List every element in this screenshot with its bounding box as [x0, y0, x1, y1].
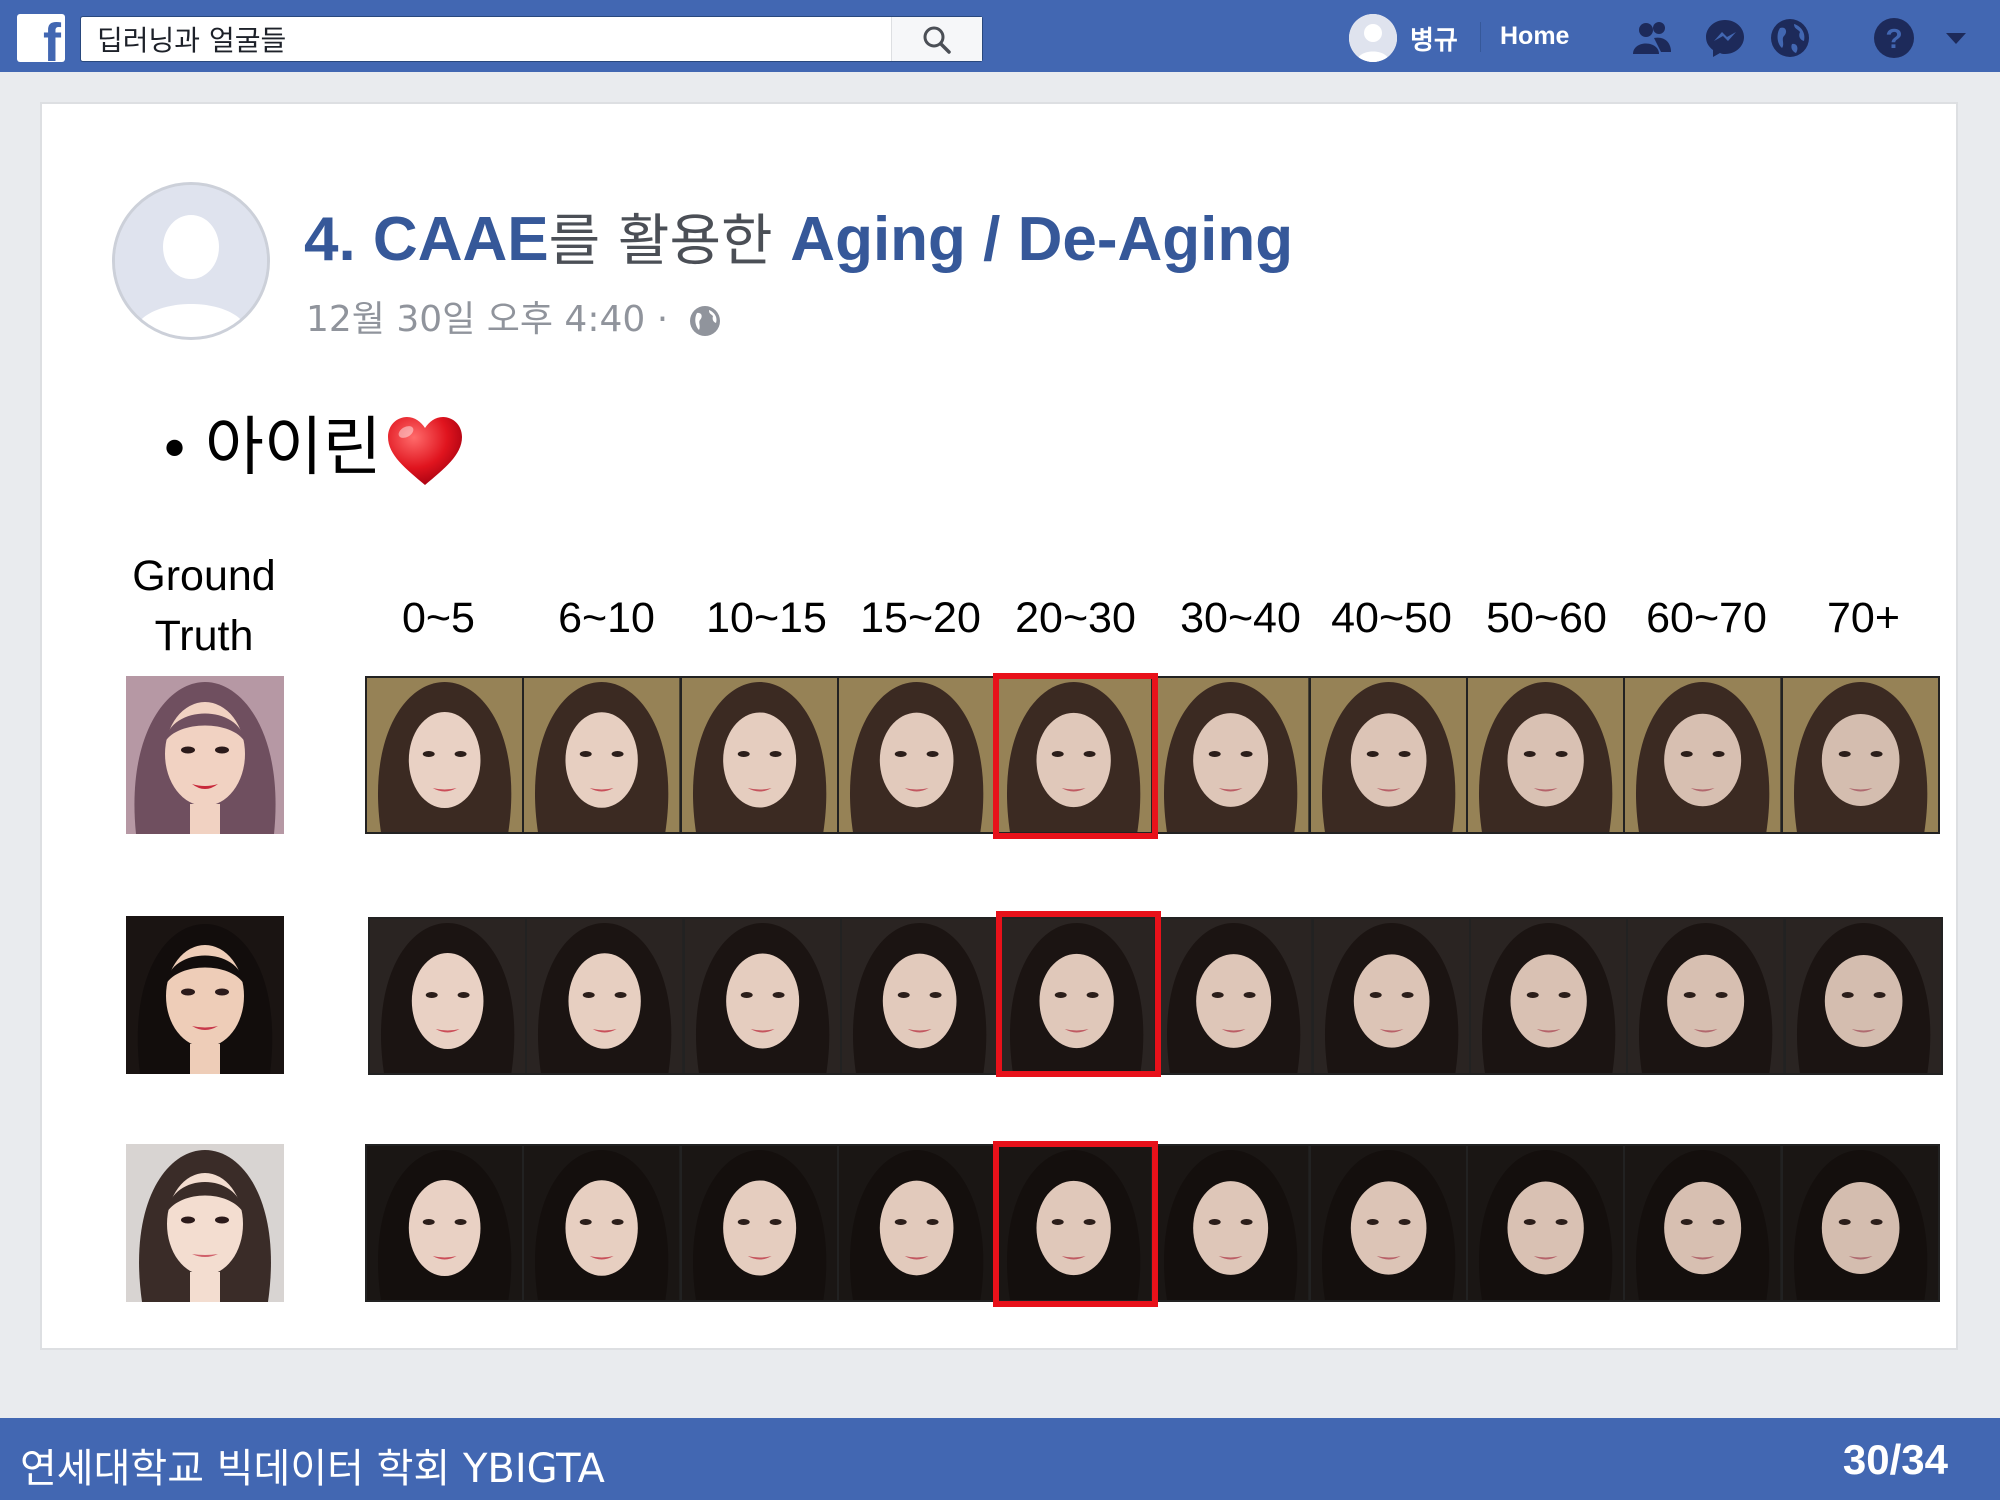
generated-face-row1-2 — [681, 678, 839, 832]
age-label-6: 40~50 — [1331, 594, 1452, 642]
search-input[interactable] — [81, 17, 891, 61]
age-label-1: 6~10 — [558, 594, 655, 642]
post-timestamp: 12월 30일 오후 4:40 · — [306, 290, 722, 342]
generated-face-row3-6 — [1310, 1146, 1469, 1300]
highlight-box-row-2 — [996, 911, 1161, 1077]
post-title-prefix: 4. CAAE — [304, 205, 549, 274]
generated-face-row1-0 — [367, 678, 525, 832]
generated-face-row1-7 — [1468, 678, 1626, 832]
ground-truth-photo-2 — [126, 916, 284, 1074]
help-icon: ? — [1874, 18, 1914, 58]
facebook-logo-letter: f — [43, 13, 61, 73]
footer-page-number: 30/34 — [1842, 1436, 1948, 1483]
footer-organization: 연세대학교 빅데이터 학회 YBIGTA — [20, 1446, 605, 1492]
search-button[interactable] — [891, 17, 982, 61]
slide-footer: 연세대학교 빅데이터 학회 YBIGTA 30/34 — [0, 1418, 2000, 1500]
age-label-3: 15~20 — [860, 594, 981, 642]
notifications-button[interactable] — [1768, 16, 1812, 60]
generated-face-row2-9 — [1785, 919, 1941, 1073]
generated-face-row1-8 — [1625, 678, 1783, 832]
generated-face-row1-9 — [1782, 678, 1938, 832]
ground-truth-photo-3 — [126, 1144, 284, 1302]
post-title-suffix: Aging / De-Aging — [790, 205, 1294, 274]
ground-truth-photo-1 — [126, 676, 284, 834]
post-date[interactable]: 12월 30일 오후 4:40 · — [306, 299, 668, 340]
bullet-item: • 아이린 — [158, 396, 464, 488]
nav-divider — [1480, 22, 1481, 52]
post-title: 4. CAAE를 활용한 Aging / De-Aging — [304, 196, 1293, 277]
svg-text:?: ? — [1885, 23, 1902, 54]
chevron-down-icon — [1946, 33, 1966, 44]
age-label-9: 70+ — [1827, 594, 1900, 642]
generated-face-row1-5 — [1153, 678, 1311, 832]
friends-button[interactable] — [1630, 16, 1674, 60]
age-label-2: 10~15 — [706, 594, 827, 642]
generated-face-row3-3 — [838, 1146, 997, 1300]
bullet-dot: • — [158, 418, 192, 483]
generated-face-row3-7 — [1468, 1146, 1626, 1300]
facebook-logo[interactable]: f — [17, 14, 65, 70]
generated-face-row3-9 — [1782, 1146, 1938, 1300]
generated-face-row2-2 — [684, 919, 842, 1073]
friends-icon — [1633, 22, 1671, 54]
ground-truth-line1: Ground — [132, 552, 276, 600]
generated-face-row2-3 — [841, 919, 1000, 1073]
messenger-icon — [1706, 20, 1744, 57]
generated-face-row3-0 — [367, 1146, 525, 1300]
highlight-box-row-3 — [993, 1141, 1158, 1307]
home-link[interactable]: Home — [1500, 22, 1569, 51]
generated-face-row3-2 — [681, 1146, 839, 1300]
age-label-4: 20~30 — [1015, 594, 1136, 642]
search-icon — [923, 26, 951, 54]
generated-face-row3-5 — [1153, 1146, 1311, 1300]
generated-face-row2-7 — [1471, 919, 1629, 1073]
generated-face-row1-1 — [524, 678, 682, 832]
user-name-link[interactable]: 병규 — [1410, 20, 1458, 57]
generated-face-row2-8 — [1628, 919, 1786, 1073]
generated-face-row3-1 — [524, 1146, 682, 1300]
globe-icon — [1771, 19, 1809, 57]
age-label-5: 30~40 — [1180, 594, 1301, 642]
age-label-8: 60~70 — [1646, 594, 1767, 642]
generated-face-row1-3 — [838, 678, 997, 832]
age-label-7: 50~60 — [1486, 594, 1607, 642]
user-avatar[interactable] — [1349, 14, 1397, 62]
ground-truth-label: Ground Truth — [104, 546, 304, 666]
user-silhouette-icon — [1349, 14, 1397, 62]
generated-face-row3-8 — [1625, 1146, 1783, 1300]
top-navigation-bar: f 병규 Home — [0, 0, 2000, 72]
generated-face-row2-5 — [1156, 919, 1314, 1073]
heart-icon — [387, 417, 462, 486]
help-button[interactable]: ? — [1872, 16, 1916, 60]
highlight-box-row-1 — [993, 673, 1158, 839]
generated-face-row2-1 — [527, 919, 685, 1073]
generated-face-row2-0 — [370, 919, 528, 1073]
bullet-text: 아이린 — [205, 411, 382, 485]
search-box — [80, 16, 983, 62]
account-menu-button[interactable] — [1942, 24, 1970, 52]
generated-face-row1-6 — [1310, 678, 1469, 832]
generated-face-row2-6 — [1313, 919, 1472, 1073]
post-author-avatar[interactable] — [112, 182, 270, 340]
user-silhouette-icon — [115, 185, 267, 337]
post-title-korean: 를 활용한 — [548, 209, 791, 274]
age-label-0: 0~5 — [402, 594, 475, 642]
ground-truth-line2: Truth — [154, 612, 254, 660]
messenger-button[interactable] — [1703, 16, 1747, 60]
globe-icon — [689, 306, 720, 336]
